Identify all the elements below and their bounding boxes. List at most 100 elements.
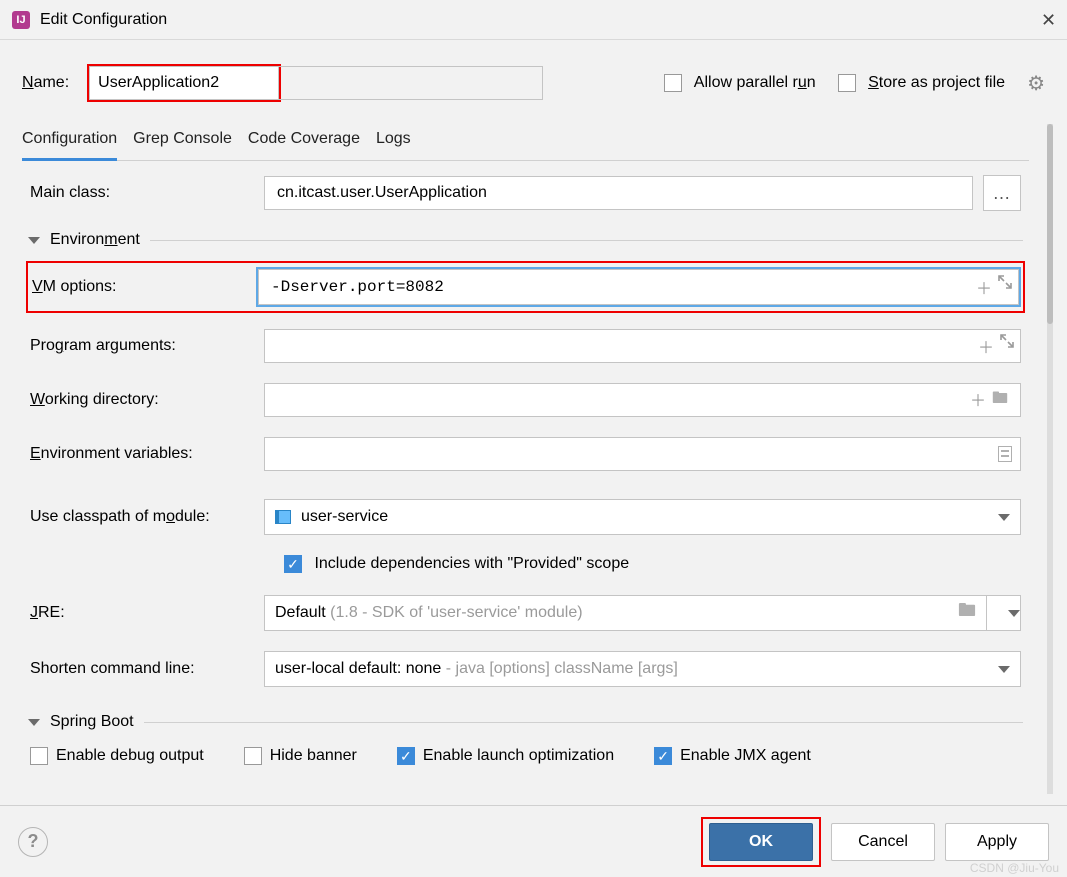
name-row: Name: Allow parallel run Store as projec… [0,40,1067,102]
chevron-down-icon [998,666,1010,673]
content-area: Configuration Grep Console Code Coverage… [22,124,1053,794]
tab-grep-console[interactable]: Grep Console [133,124,232,161]
checkbox-icon [664,74,682,92]
main-class-field[interactable] [264,176,973,210]
include-provided-label: Include dependencies with "Provided" sco… [314,555,629,572]
checkbox-icon [654,747,672,765]
include-provided-row: Include dependencies with "Provided" sco… [284,555,1029,573]
tab-code-coverage[interactable]: Code Coverage [248,124,360,161]
env-vars-label: Environment variables: [30,445,264,463]
springboot-checks: Enable debug output Hide banner Enable l… [30,743,1021,769]
shorten-select[interactable]: user-local default: none - java [options… [264,651,1021,687]
shorten-value: user-local default: none - java [options… [275,660,678,678]
env-vars-row: Environment variables: [30,437,1021,471]
jre-label: JRE: [30,604,264,622]
working-dir-input[interactable] [275,384,1010,416]
cancel-button[interactable]: Cancel [831,823,935,861]
divider [150,240,1023,241]
program-args-input[interactable] [275,330,1010,362]
expand-icon[interactable] [998,275,1012,299]
vm-options-highlight: VM options: ＋ [26,261,1025,313]
sb-hide-label: Hide banner [270,747,357,765]
folder-icon[interactable]: 🖿 [958,598,976,628]
program-args-field[interactable]: ＋ [264,329,1021,363]
expand-icon[interactable] [1000,334,1014,358]
sb-debug-label: Enable debug output [56,747,204,765]
sb-jmx-checkbox[interactable]: Enable JMX agent [654,743,811,769]
module-icon [275,510,291,524]
sb-hide-checkbox[interactable]: Hide banner [244,743,357,769]
jre-row: JRE: Default (1.8 - SDK of 'user-service… [30,595,1021,631]
name-input-ext[interactable] [279,66,543,100]
include-provided-checkbox[interactable]: Include dependencies with "Provided" sco… [284,555,629,573]
springboot-section-header[interactable]: Spring Boot [28,713,1023,731]
divider [144,722,1023,723]
app-icon: IJ [12,11,30,29]
chevron-down-icon [1008,610,1020,617]
insert-macro-icon[interactable]: ＋ [976,275,992,299]
classpath-label: Use classpath of module: [30,508,264,526]
main-class-row: Main class: … [30,175,1021,211]
jre-value: Default (1.8 - SDK of 'user-service' mod… [275,604,583,622]
env-vars-input[interactable] [275,438,1010,470]
main-class-input[interactable] [275,177,962,209]
sb-debug-checkbox[interactable]: Enable debug output [30,743,204,769]
program-args-label: Program arguments: [30,337,264,355]
vm-options-field[interactable]: ＋ [258,269,1019,305]
form-area: Main class: … Environment VM options: ＋ [22,161,1029,769]
name-label: Name: [22,74,69,92]
classpath-row: Use classpath of module: user-service [30,499,1021,535]
sb-launch-checkbox[interactable]: Enable launch optimization [397,743,614,769]
ok-button[interactable]: OK [709,823,813,861]
chevron-down-icon [998,514,1010,521]
checkbox-icon [838,74,856,92]
top-right-options: Allow parallel run Store as project file… [664,71,1045,96]
working-dir-label: Working directory: [30,391,264,409]
title-bar: IJ Edit Configuration ✕ [0,0,1067,40]
allow-parallel-checkbox[interactable]: Allow parallel run [664,74,815,92]
main-class-browse-button[interactable]: … [983,175,1021,211]
classpath-value: user-service [301,508,388,526]
checkbox-icon [284,555,302,573]
apply-button[interactable]: Apply [945,823,1049,861]
vm-options-input[interactable] [269,277,1008,297]
close-icon[interactable]: ✕ [1041,13,1055,27]
environment-section-label: Environment [50,231,140,249]
main-class-label: Main class: [30,184,264,202]
name-highlight [87,64,281,102]
env-vars-field[interactable] [264,437,1021,471]
shorten-label: Shorten command line: [30,660,264,678]
sb-launch-label: Enable launch optimization [423,747,614,765]
tabs: Configuration Grep Console Code Coverage… [22,124,1029,161]
insert-macro-icon[interactable]: ＋ [978,334,994,358]
chevron-down-icon [28,719,40,726]
name-input[interactable] [89,66,279,100]
store-project-checkbox[interactable]: Store as project file [838,74,1005,92]
list-icon[interactable] [998,446,1012,462]
vm-options-row: VM options: ＋ [32,269,1019,305]
gear-icon[interactable]: ⚙ [1027,71,1045,96]
program-args-row: Program arguments: ＋ [30,329,1021,363]
springboot-section-label: Spring Boot [50,713,134,731]
shorten-row: Shorten command line: user-local default… [30,651,1021,687]
jre-select[interactable]: Default (1.8 - SDK of 'user-service' mod… [264,595,1021,631]
jre-dropdown-button[interactable] [986,595,1020,631]
working-dir-row: Working directory: ＋ 🖿 [30,383,1021,417]
checkbox-icon [397,747,415,765]
tab-configuration[interactable]: Configuration [22,124,117,161]
bottom-bar: ? OK Cancel Apply [0,805,1067,877]
folder-icon[interactable]: 🖿 [992,387,1008,414]
help-icon[interactable]: ? [18,827,48,857]
chevron-down-icon [28,237,40,244]
tab-logs[interactable]: Logs [376,124,411,161]
sb-jmx-label: Enable JMX agent [680,747,811,765]
classpath-select[interactable]: user-service [264,499,1021,535]
environment-section-header[interactable]: Environment [28,231,1023,249]
working-dir-field[interactable]: ＋ 🖿 [264,383,1021,417]
vm-options-label: VM options: [32,278,258,296]
scrollbar-thumb[interactable] [1047,124,1053,324]
ok-highlight: OK [701,817,821,867]
window-title: Edit Configuration [40,11,1041,29]
insert-macro-icon[interactable]: ＋ [970,387,986,414]
checkbox-icon [30,747,48,765]
